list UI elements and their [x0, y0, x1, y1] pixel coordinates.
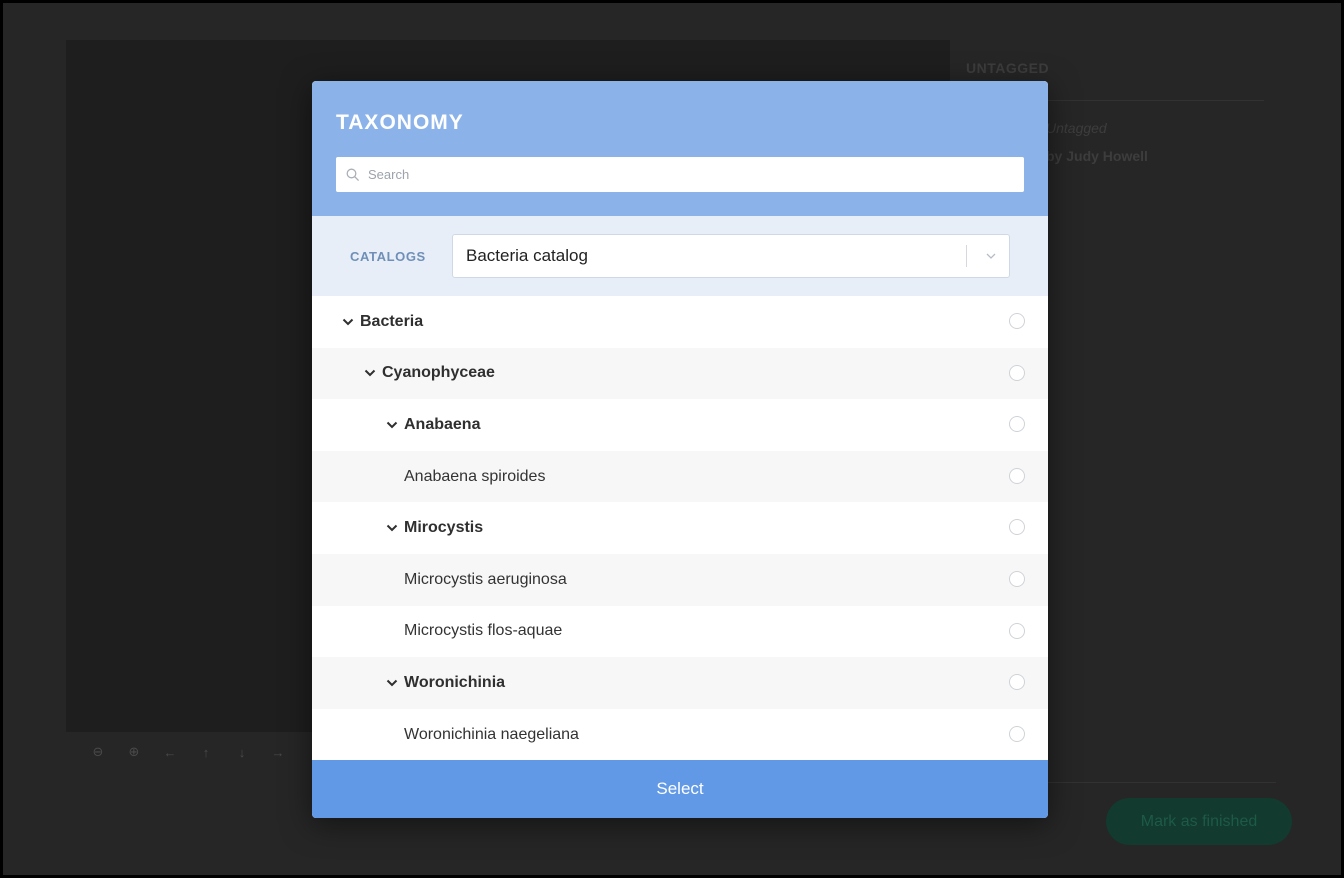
tree-item-label: Cyanophyceae [382, 364, 495, 382]
mark-as-finished-button[interactable]: Mark as finished [1106, 798, 1292, 845]
tag-status: Untagged [1046, 120, 1107, 136]
tree-item-label: Anabaena spiroides [404, 467, 546, 485]
tree-item-label: Microcystis aeruginosa [404, 570, 567, 588]
search-icon [346, 168, 360, 182]
radio-button[interactable] [1009, 416, 1025, 433]
tree-row[interactable]: Microcystis flos-aquae [312, 606, 1048, 658]
tree-item-label: Mirocystis [404, 519, 484, 537]
radio-button[interactable] [1009, 725, 1025, 742]
catalog-bar: CATALOGS Bacteria catalog [312, 216, 1048, 296]
taxonomy-tree: Bacteria Cyanophyceae Anabaena Anabaena spi… [312, 296, 1048, 760]
author-label: by Judy Howell [1046, 148, 1148, 164]
zoom-in-icon[interactable]: ⊕ [122, 741, 146, 763]
radio-button[interactable] [1009, 467, 1025, 484]
select-button[interactable]: Select [312, 760, 1048, 818]
image-toolbar: ⊖ ⊕ ← ↑ ↓ → [86, 741, 290, 763]
arrow-down-icon[interactable]: ↓ [230, 741, 254, 763]
arrow-right-icon[interactable]: → [266, 741, 290, 763]
radio-button[interactable] [1009, 313, 1025, 329]
chevron-down-icon[interactable] [364, 368, 376, 378]
tree-item-label: Woronichinia naegeliana [404, 725, 579, 743]
taxonomy-modal: TAXONOMY CATALOGS Bacteria catalog Bacte… [312, 81, 1048, 818]
radio-button[interactable] [1009, 519, 1025, 536]
select-separator [966, 245, 967, 267]
tree-row[interactable]: Anabaena spiroides [312, 450, 1048, 503]
chevron-down-icon[interactable] [342, 317, 354, 327]
tree-item-label: Anabaena [404, 415, 481, 433]
catalogs-label: CATALOGS [350, 248, 426, 264]
zoom-out-icon[interactable]: ⊖ [86, 741, 110, 763]
tree-row[interactable]: Microcystis aeruginosa [312, 553, 1048, 606]
modal-header: TAXONOMY [312, 81, 1048, 216]
tree-row[interactable]: Cyanophyceae [312, 347, 1048, 400]
arrow-up-icon[interactable]: ↑ [194, 741, 218, 763]
chevron-down-icon[interactable] [386, 523, 398, 533]
chevron-down-icon[interactable] [983, 248, 999, 264]
catalog-selected-value: Bacteria catalog [466, 246, 588, 265]
tree-item-label: Microcystis flos-aquae [404, 622, 563, 640]
chevron-down-icon[interactable] [386, 678, 398, 688]
panel-title: UNTAGGED [966, 60, 1050, 76]
arrow-left-icon[interactable]: ← [158, 741, 182, 763]
radio-button[interactable] [1009, 364, 1025, 381]
tree-row[interactable]: Bacteria [312, 296, 1048, 348]
modal-title: TAXONOMY [336, 111, 464, 134]
tree-item-label: Woronichinia [404, 673, 506, 691]
tree-row[interactable]: Woronichinia naegeliana [312, 709, 1048, 760]
radio-button[interactable] [1009, 622, 1025, 639]
tree-row[interactable]: Anabaena [312, 399, 1048, 451]
search-box[interactable] [336, 157, 1024, 192]
search-input[interactable] [368, 167, 1008, 182]
tree-row[interactable]: Woronichinia [312, 657, 1048, 709]
chevron-down-icon[interactable] [386, 420, 398, 430]
radio-button[interactable] [1009, 674, 1025, 691]
radio-button[interactable] [1009, 570, 1025, 587]
tree-item-label: Bacteria [360, 312, 424, 330]
catalog-select[interactable]: Bacteria catalog [452, 234, 1010, 278]
tree-row[interactable]: Mirocystis [312, 502, 1048, 554]
